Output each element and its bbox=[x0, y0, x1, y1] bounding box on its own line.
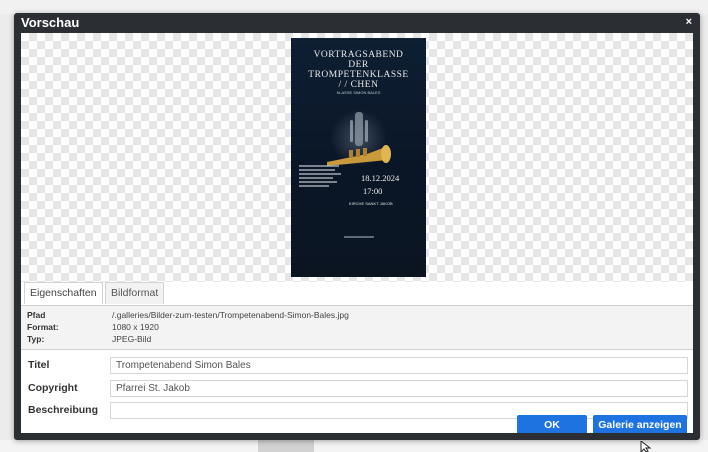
format-value: 1080 x 1920 bbox=[112, 322, 159, 332]
poster-place: KIRCHE SANKT JAKOB bbox=[349, 201, 393, 206]
copyright-input[interactable] bbox=[110, 380, 688, 397]
format-label: Format: bbox=[27, 322, 59, 332]
background-button-stub bbox=[258, 440, 314, 452]
type-label: Typ: bbox=[27, 334, 45, 344]
type-value: JPEG-Bild bbox=[112, 334, 152, 344]
path-value: /.galleries/Bilder-zum-testen/Trompetena… bbox=[112, 310, 349, 320]
poster-footer bbox=[291, 236, 426, 238]
poster-title-line: DER bbox=[348, 60, 369, 70]
tab-properties[interactable]: Eigenschaften bbox=[24, 282, 103, 304]
poster-title: VORTRAGSABEND DER TROMPETENKLASSE / / CH… bbox=[295, 50, 422, 90]
poster-subtitle: KLASSE SIMON BALES bbox=[336, 90, 381, 95]
poster-time: 17:00 bbox=[363, 186, 383, 196]
dialog-title: Vorschau bbox=[21, 15, 80, 30]
path-label: Pfad bbox=[27, 310, 46, 320]
poster-credits bbox=[299, 163, 354, 189]
title-input[interactable] bbox=[110, 357, 688, 374]
background-right bbox=[700, 14, 708, 440]
tab-bar: Eigenschaften Bildformat bbox=[21, 282, 693, 305]
description-label: Beschreibung bbox=[28, 404, 99, 416]
dialog-body: VORTRAGSABEND DER TROMPETENKLASSE / / CH… bbox=[21, 33, 693, 433]
poster-title-line: / / CHEN bbox=[338, 80, 379, 90]
dialog-titlebar[interactable]: Vorschau × bbox=[14, 13, 700, 33]
background-bottom bbox=[0, 440, 708, 452]
poster-title-line: VORTRAGSABEND bbox=[313, 50, 404, 60]
poster-date: 18.12.2024 bbox=[361, 173, 400, 183]
background-top bbox=[0, 0, 708, 14]
copyright-label: Copyright bbox=[28, 382, 78, 394]
close-icon[interactable]: × bbox=[686, 16, 692, 28]
mouse-cursor-icon bbox=[640, 441, 652, 452]
image-preview-area: VORTRAGSABEND DER TROMPETENKLASSE / / CH… bbox=[21, 33, 693, 282]
title-label: Titel bbox=[28, 359, 50, 371]
poster-image: VORTRAGSABEND DER TROMPETENKLASSE / / CH… bbox=[291, 38, 426, 277]
poster-title-line: TROMPETENKLASSE bbox=[308, 70, 409, 80]
background-left bbox=[0, 14, 14, 440]
ok-button[interactable]: OK bbox=[517, 415, 587, 433]
file-info-box: Pfad /.galleries/Bilder-zum-testen/Tromp… bbox=[21, 305, 693, 350]
preview-dialog: Vorschau × VORTRAGSABEND DER TROMPETENKL… bbox=[14, 13, 700, 440]
tab-image-format[interactable]: Bildformat bbox=[105, 282, 165, 304]
show-gallery-button[interactable]: Galerie anzeigen bbox=[593, 415, 687, 433]
